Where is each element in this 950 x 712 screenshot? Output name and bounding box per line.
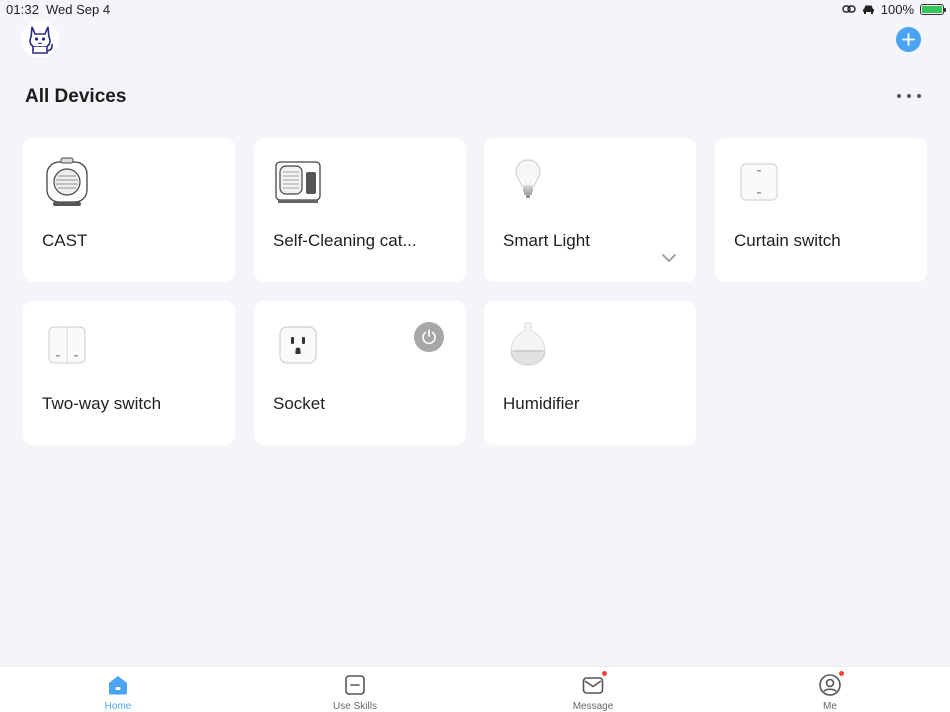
- device-card-self-cleaning-cat[interactable]: Self-Cleaning cat...: [254, 138, 466, 282]
- page-title: All Devices: [25, 86, 127, 107]
- tab-home[interactable]: Home: [73, 673, 163, 712]
- device-card-two-way-switch[interactable]: Two-way switch: [23, 301, 235, 445]
- tab-label: Use Skills: [333, 701, 377, 712]
- humidifier-icon: [510, 322, 546, 366]
- more-options-button[interactable]: [894, 88, 924, 104]
- power-toggle-button[interactable]: [414, 322, 444, 352]
- device-card-humidifier[interactable]: Humidifier: [484, 301, 696, 445]
- device-card-smart-light[interactable]: Smart Light: [484, 138, 696, 282]
- me-badge: [838, 670, 845, 677]
- device-card-cast[interactable]: CAST: [23, 138, 235, 282]
- cat-feeder-icon: [46, 157, 88, 206]
- device-name: Humidifier: [503, 394, 580, 413]
- tab-label: Message: [572, 701, 614, 712]
- device-name: Curtain switch: [734, 231, 841, 250]
- battery-percent: 100%: [880, 2, 914, 17]
- device-name: Two-way switch: [42, 394, 162, 413]
- more-dots-icon: [897, 94, 901, 98]
- tab-message[interactable]: Message: [548, 670, 638, 712]
- device-card-curtain-switch[interactable]: Curtain switch: [715, 138, 927, 282]
- status-bar: 01:32 Wed Sep 4 100%: [0, 0, 950, 20]
- car-icon: [862, 2, 875, 17]
- profile-icon: [818, 670, 845, 697]
- power-icon: [422, 329, 436, 345]
- device-card-socket[interactable]: Socket: [254, 301, 466, 445]
- plus-icon: [902, 33, 915, 46]
- light-bulb-icon: [515, 159, 541, 198]
- status-right: 100%: [842, 2, 946, 17]
- socket-icon: [279, 326, 317, 364]
- device-name: Socket: [273, 394, 325, 413]
- tab-use-skills[interactable]: Use Skills: [310, 673, 400, 712]
- message-icon: [581, 670, 608, 697]
- status-date: Wed Sep 4: [46, 2, 111, 17]
- tab-label: Home: [104, 701, 132, 712]
- device-name: Self-Cleaning cat...: [273, 231, 417, 250]
- chevron-down-icon[interactable]: [660, 252, 678, 264]
- double-switch-icon: [48, 326, 86, 364]
- link-icon: [842, 2, 856, 17]
- device-name: Smart Light: [503, 231, 590, 250]
- wall-switch-icon: [740, 163, 778, 201]
- tab-label: Me: [823, 701, 837, 712]
- device-name: CAST: [42, 231, 88, 250]
- skills-icon: [343, 673, 367, 697]
- add-device-button[interactable]: [896, 27, 921, 52]
- home-icon: [106, 673, 130, 697]
- status-time: 01:32: [6, 2, 40, 17]
- litter-box-icon: [275, 161, 321, 203]
- cat-avatar-icon: [29, 26, 53, 54]
- battery-icon: [920, 4, 946, 15]
- avatar[interactable]: [21, 20, 59, 58]
- tab-me[interactable]: Me: [785, 670, 875, 712]
- tab-bar: Home Use Skills Message Me: [0, 666, 950, 712]
- message-badge: [601, 670, 608, 677]
